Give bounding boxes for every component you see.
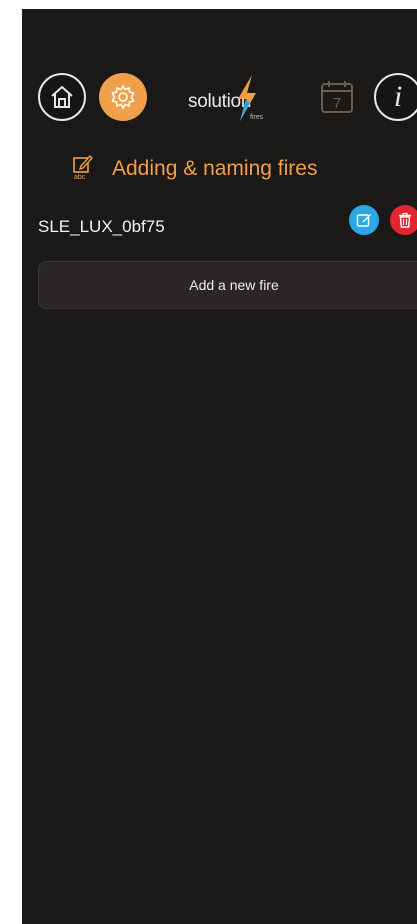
edit-icon: [356, 214, 371, 227]
add-new-fire-button[interactable]: Add a new fire: [38, 261, 417, 309]
home-icon: [51, 86, 73, 108]
calendar-button[interactable]: 7: [320, 80, 354, 114]
edit-fire-button[interactable]: [349, 205, 379, 235]
calendar-icon: 7: [321, 81, 353, 113]
solution-fires-logo: solution fires: [188, 75, 278, 125]
edit-abc-icon: abc: [72, 153, 94, 185]
delete-fire-button[interactable]: [390, 205, 417, 235]
gear-icon: [111, 84, 135, 110]
section-title: Adding & naming fires: [112, 157, 318, 180]
app-screen: solution fires 7 i abc Adding & naming f…: [22, 9, 417, 924]
home-button[interactable]: [38, 73, 86, 121]
info-button[interactable]: i: [374, 73, 417, 121]
logo-subtext: fires: [250, 114, 264, 121]
settings-button[interactable]: [99, 73, 147, 121]
info-icon: i: [393, 80, 403, 113]
section-header: abc Adding & naming fires: [72, 149, 317, 189]
calendar-day: 7: [333, 95, 341, 112]
abc-caption: abc: [74, 174, 86, 181]
trash-icon: [399, 212, 411, 228]
fire-name: SLE_LUX_0bf75: [38, 217, 165, 236]
